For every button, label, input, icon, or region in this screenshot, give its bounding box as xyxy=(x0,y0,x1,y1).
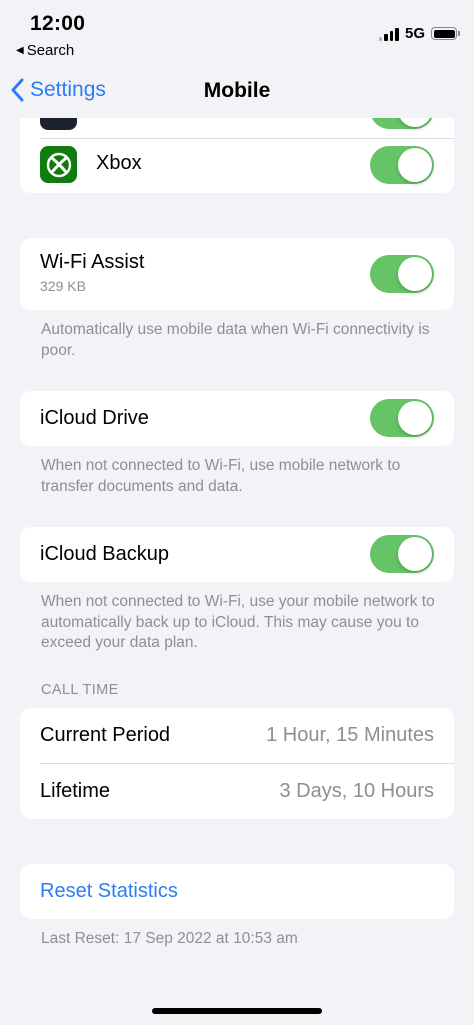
settings-content: Xbox Wi-Fi Assist 329 KB Automatically u… xyxy=(0,0,474,1025)
wifi-assist-card: Wi-Fi Assist 329 KB xyxy=(20,238,454,310)
icloud-backup-toggle[interactable] xyxy=(370,535,434,573)
app-name: Xbox xyxy=(96,152,142,174)
current-period-label: Current Period xyxy=(40,724,171,746)
icloud-drive-label: iCloud Drive xyxy=(40,407,149,429)
navigation-bar: Settings Mobile xyxy=(0,70,474,118)
status-bar: 12:00 ◀ Search 5G xyxy=(0,0,474,70)
list-item: Xbox xyxy=(20,138,454,193)
xbox-icon xyxy=(40,146,77,183)
network-type: 5G xyxy=(404,25,425,42)
wifi-assist-usage: 329 KB xyxy=(40,278,86,294)
signal-icon xyxy=(378,27,399,41)
icloud-drive-card: iCloud Drive xyxy=(20,391,454,446)
reset-statistics-button[interactable]: Reset Statistics xyxy=(40,880,178,903)
icloud-backup-card: iCloud Backup xyxy=(20,527,454,582)
icloud-drive-footnote: When not connected to Wi-Fi, use mobile … xyxy=(41,457,401,495)
wifi-assist-toggle[interactable] xyxy=(370,255,434,293)
status-indicators: 5G xyxy=(378,25,460,42)
lifetime-value: 3 Days, 10 Hours xyxy=(279,780,434,802)
home-indicator[interactable] xyxy=(152,1008,322,1014)
last-reset-text: Last Reset: 17 Sep 2022 at 10:53 am xyxy=(41,930,298,947)
icloud-drive-toggle[interactable] xyxy=(370,399,434,437)
back-to-app-button[interactable]: ◀ Search xyxy=(16,42,74,59)
lifetime-label: Lifetime xyxy=(40,780,111,802)
status-time: 12:00 xyxy=(30,12,86,35)
page-title: Mobile xyxy=(203,79,271,102)
wifi-assist-footnote: Automatically use mobile data when Wi-Fi… xyxy=(41,321,430,359)
wifi-assist-label: Wi-Fi Assist xyxy=(40,251,145,273)
icloud-backup-label: iCloud Backup xyxy=(40,543,169,565)
xbox-toggle[interactable] xyxy=(370,146,434,184)
call-time-card: Current Period 1 Hour, 15 Minutes Lifeti… xyxy=(20,708,454,819)
call-time-header: CALL TIME xyxy=(41,682,119,698)
current-period-value: 1 Hour, 15 Minutes xyxy=(266,724,434,746)
icloud-backup-footnote: When not connected to Wi-Fi, use your mo… xyxy=(41,593,435,651)
battery-icon xyxy=(431,27,460,40)
table-row: Current Period 1 Hour, 15 Minutes xyxy=(20,708,454,763)
reset-card: Reset Statistics xyxy=(20,864,454,919)
table-row: Lifetime 3 Days, 10 Hours xyxy=(20,764,454,819)
back-triangle-icon: ◀ xyxy=(16,45,24,56)
back-to-app-label: Search xyxy=(26,42,75,59)
